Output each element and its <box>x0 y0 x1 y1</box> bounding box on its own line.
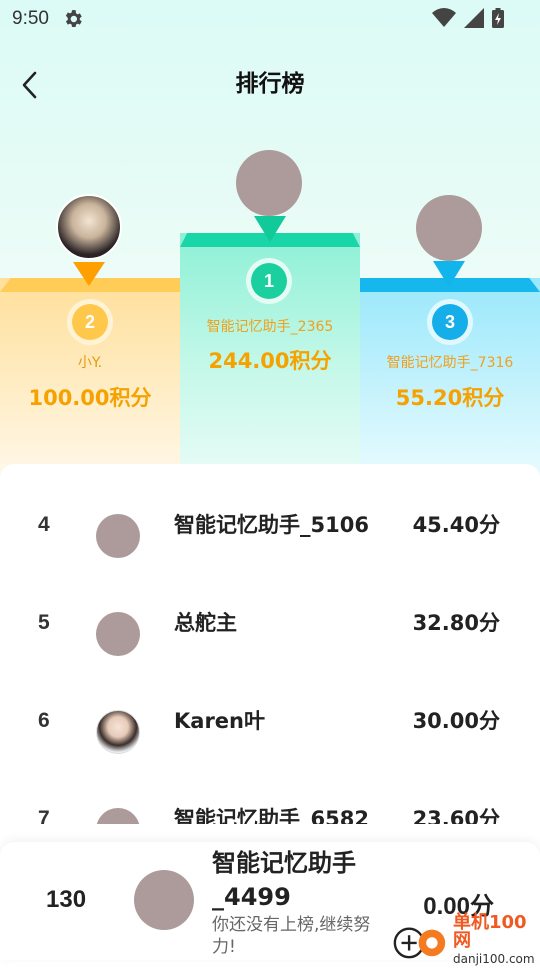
my-rank-number: 130 <box>46 886 87 913</box>
pin-third <box>433 261 465 287</box>
list-item[interactable]: 5 总舵主 32.80分 <box>0 574 540 672</box>
list-item[interactable]: 4 智能记忆助手_5106 45.40分 <box>0 476 540 574</box>
avatar[interactable] <box>96 808 140 824</box>
avatar[interactable] <box>96 612 140 656</box>
ranking-list[interactable]: 4 智能记忆助手_5106 45.40分 5 总舵主 32.80分 6 Kare… <box>0 464 540 824</box>
pin-first <box>254 216 286 242</box>
list-score: 30.00分 <box>412 709 500 733</box>
watermark-logo-icon <box>393 927 446 959</box>
podium-second-score: 100.00积分 <box>28 386 152 410</box>
podium-third-score: 55.20积分 <box>395 386 505 410</box>
list-score: 32.80分 <box>412 611 500 635</box>
list-name: 总舵主 <box>174 611 237 635</box>
list-rank: 5 <box>38 611 50 634</box>
podium-first-name: 智能记忆助手_2365 <box>206 319 334 335</box>
my-rank-tip: 你还没有上榜,继续努力! <box>212 915 371 957</box>
status-bar: 9:50 <box>0 0 540 38</box>
rank-badge-first: 1 <box>251 263 287 299</box>
list-item[interactable]: 7 智能记忆助手_6582 23.60分 <box>0 770 540 824</box>
list-rank: 6 <box>38 709 50 732</box>
list-score: 23.60分 <box>412 807 500 824</box>
my-avatar[interactable] <box>134 870 194 930</box>
my-name: 智能记忆助手_4499 <box>212 849 356 911</box>
watermark-site-cn: 单机100网 <box>453 912 527 951</box>
list-score: 45.40分 <box>412 513 500 537</box>
list-rank: 4 <box>38 513 50 536</box>
watermark-site-url: danji100.com <box>453 952 535 966</box>
status-time: 9:50 <box>12 8 49 29</box>
gear-icon <box>65 10 82 27</box>
battery-icon <box>492 8 504 28</box>
page-title: 排行榜 <box>235 71 305 97</box>
podium-third-name: 智能记忆助手_7316 <box>386 355 514 371</box>
wifi-icon <box>432 8 456 27</box>
avatar-third[interactable] <box>416 195 482 261</box>
podium-first-score: 244.00积分 <box>208 349 332 373</box>
list-name: Karen叶 <box>174 709 265 733</box>
rank-badge-second: 2 <box>72 304 108 340</box>
avatar[interactable] <box>96 710 140 754</box>
pin-second <box>73 262 105 286</box>
list-item[interactable]: 6 Karen叶 30.00分 <box>0 672 540 770</box>
signal-icon <box>464 8 484 28</box>
podium-second-name: 小Y. <box>77 355 103 371</box>
list-rank: 7 <box>38 807 50 824</box>
avatar-second[interactable] <box>56 194 122 260</box>
list-name: 智能记忆助手_5106 <box>174 513 369 537</box>
avatar[interactable] <box>96 514 140 558</box>
rank-badge-third: 3 <box>432 304 468 340</box>
list-name: 智能记忆助手_6582 <box>174 807 369 824</box>
avatar-first[interactable] <box>236 150 302 216</box>
